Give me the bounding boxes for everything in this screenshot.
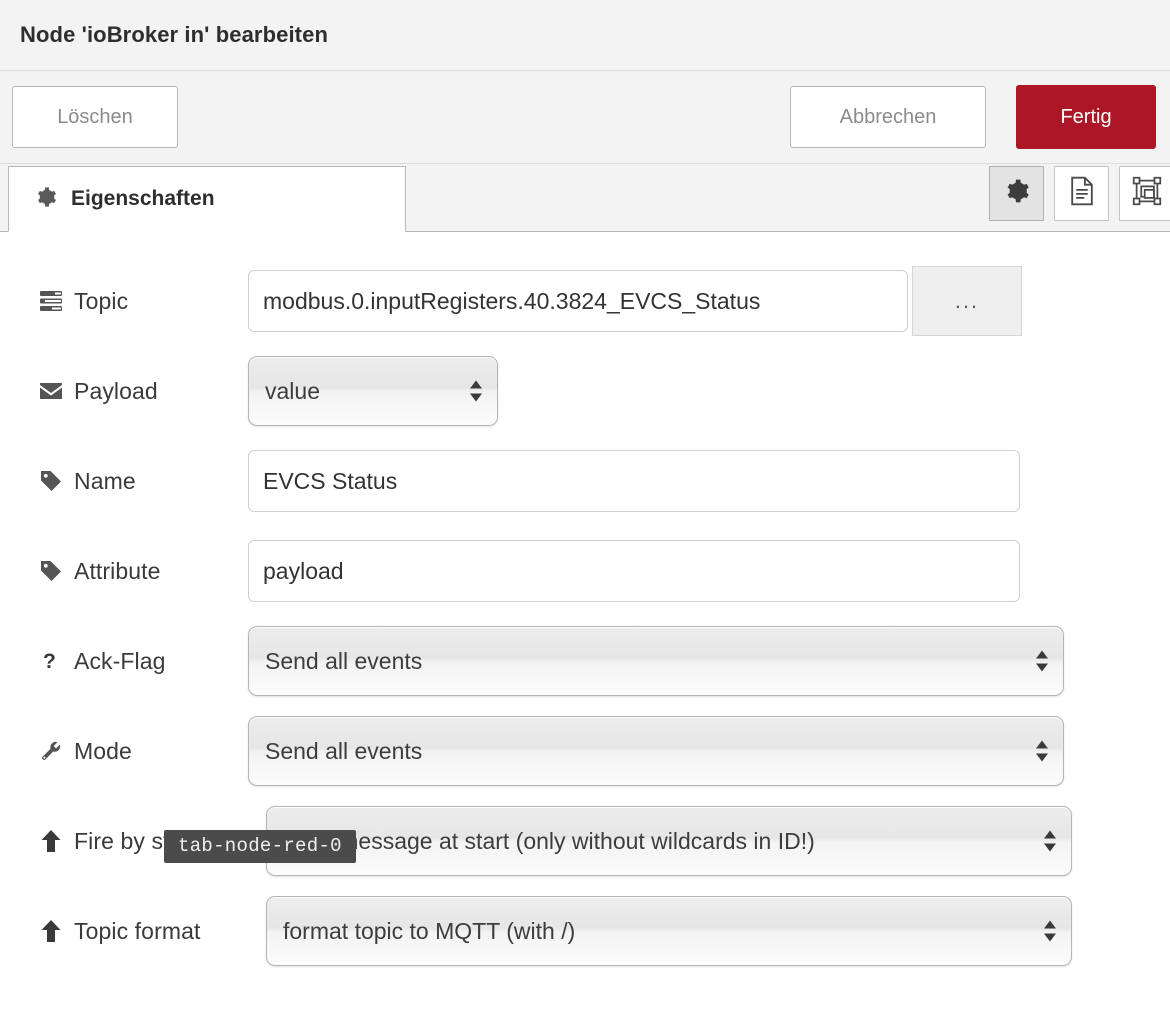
chevron-updown-icon: [1035, 740, 1049, 762]
cancel-button[interactable]: Abbrechen: [790, 86, 986, 148]
properties-form: Topic ... Payload value: [0, 232, 1170, 966]
ack-flag-select-value: Send all events: [265, 647, 423, 674]
tag-icon: [38, 560, 64, 582]
dialog-button-bar: Löschen Abbrechen Fertig: [0, 71, 1170, 164]
gear-icon: [1004, 178, 1030, 209]
chevron-updown-icon: [1043, 830, 1057, 852]
attribute-label: Attribute: [38, 558, 248, 585]
description-document-icon: [1068, 176, 1096, 211]
tab-icon-button-group: [989, 166, 1170, 221]
wrench-icon: [38, 740, 64, 762]
form-row-topic-format: Topic format format topic to MQTT (with …: [0, 896, 1170, 966]
ack-flag-label: ? Ack-Flag: [38, 648, 248, 675]
payload-label-text: Payload: [74, 377, 158, 404]
appearance-layout-icon: [1132, 176, 1162, 211]
payload-select-value: value: [265, 377, 320, 404]
svg-text:?: ?: [43, 650, 56, 672]
page-title: Node 'ioBroker in' bearbeiten: [20, 22, 328, 47]
attribute-label-text: Attribute: [74, 557, 161, 584]
form-row-mode: Mode Send all events: [0, 716, 1170, 786]
chevron-updown-icon: [469, 380, 483, 402]
mode-select-value: Send all events: [265, 737, 423, 764]
fire-by-start-select-value: send message at start (only without wild…: [283, 827, 815, 854]
description-document-icon-button[interactable]: [1054, 166, 1109, 221]
arrow-up-icon: [38, 920, 64, 942]
topic-format-select[interactable]: format topic to MQTT (with /): [266, 896, 1072, 966]
dialog-header: Node 'ioBroker in' bearbeiten: [0, 0, 1170, 71]
ack-flag-label-text: Ack-Flag: [74, 647, 166, 674]
envelope-icon: [38, 382, 64, 400]
payload-label: Payload: [38, 378, 248, 405]
attribute-input[interactable]: [248, 540, 1020, 602]
topic-input[interactable]: [248, 270, 908, 332]
topic-format-label: Topic format: [38, 918, 266, 945]
tab-tooltip: tab-node-red-0: [164, 830, 356, 863]
fire-by-start-select[interactable]: send message at start (only without wild…: [266, 806, 1072, 876]
tab-strip: Eigenschaften: [0, 164, 1170, 232]
question-mark-icon: ?: [38, 650, 64, 672]
form-row-payload: Payload value: [0, 356, 1170, 426]
form-row-topic: Topic ...: [0, 266, 1170, 336]
tab-properties-label: Eigenschaften: [71, 187, 215, 210]
delete-button[interactable]: Löschen: [12, 86, 178, 148]
chevron-updown-icon: [1043, 920, 1057, 942]
done-button[interactable]: Fertig: [1016, 85, 1156, 149]
topic-label-text: Topic: [74, 287, 129, 314]
appearance-layout-icon-button[interactable]: [1119, 166, 1170, 221]
name-label-text: Name: [74, 467, 136, 494]
mode-select[interactable]: Send all events: [248, 716, 1064, 786]
tab-properties[interactable]: Eigenschaften: [8, 166, 406, 232]
tag-icon: [38, 470, 64, 492]
name-input[interactable]: [248, 450, 1020, 512]
ack-flag-select[interactable]: Send all events: [248, 626, 1064, 696]
form-row-name: Name: [0, 450, 1170, 512]
payload-select[interactable]: value: [248, 356, 498, 426]
gear-icon: [35, 186, 57, 213]
topic-format-label-text: Topic format: [74, 917, 201, 944]
mode-label: Mode: [38, 738, 248, 765]
form-row-attribute: Attribute: [0, 540, 1170, 602]
topic-format-select-value: format topic to MQTT (with /): [283, 917, 576, 944]
form-row-ack-flag: ? Ack-Flag Send all events: [0, 626, 1170, 696]
chevron-updown-icon: [1035, 650, 1049, 672]
name-label: Name: [38, 468, 248, 495]
server-list-icon: [38, 291, 64, 311]
topic-browse-button[interactable]: ...: [912, 266, 1022, 336]
properties-gear-icon-button[interactable]: [989, 166, 1044, 221]
topic-label: Topic: [38, 288, 248, 315]
arrow-up-icon: [38, 830, 64, 852]
mode-label-text: Mode: [74, 737, 132, 764]
